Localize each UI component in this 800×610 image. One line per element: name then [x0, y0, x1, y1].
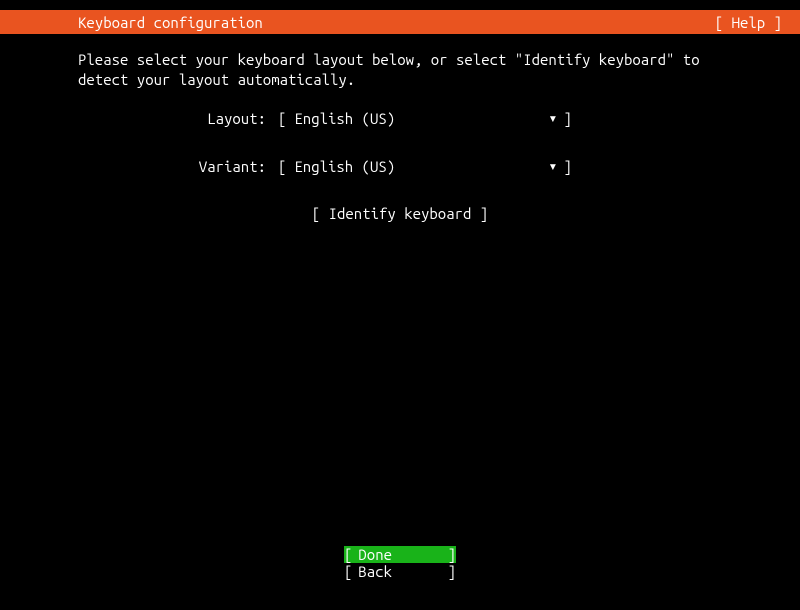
bracket-close: ]: [563, 158, 571, 175]
layout-dropdown[interactable]: [ English (US) ▾ ]: [278, 109, 572, 127]
instruction-text: Please select your keyboard layout below…: [78, 50, 722, 89]
done-label: Done: [352, 546, 392, 563]
bracket-close: ]: [563, 110, 571, 127]
bracket-open: [: [278, 110, 286, 127]
layout-row: Layout: [ English (US) ▾ ]: [78, 109, 722, 127]
form-area: Layout: [ English (US) ▾ ] Variant: [ En…: [78, 109, 722, 222]
done-button[interactable]: [Done]: [344, 546, 456, 563]
back-label: Back: [352, 563, 392, 580]
header-bar: Keyboard configuration [ Help ]: [0, 10, 800, 34]
variant-value: English (US): [288, 158, 548, 175]
page-title: Keyboard configuration: [78, 14, 263, 31]
identify-keyboard-button[interactable]: [ Identify keyboard ]: [312, 205, 488, 222]
variant-row: Variant: [ English (US) ▾ ]: [78, 157, 722, 175]
variant-dropdown[interactable]: [ English (US) ▾ ]: [278, 157, 572, 175]
bracket-close: ]: [448, 546, 456, 563]
bracket-open: [: [278, 158, 286, 175]
identify-row: [ Identify keyboard ]: [78, 205, 722, 222]
bracket-close: ]: [448, 563, 456, 580]
layout-label: Layout:: [78, 110, 278, 127]
footer-buttons: [Done] [Back]: [0, 546, 800, 581]
layout-value: English (US): [288, 110, 548, 127]
variant-label: Variant:: [78, 158, 278, 175]
content-area: Please select your keyboard layout below…: [0, 34, 800, 222]
back-button[interactable]: [Back]: [344, 563, 456, 580]
help-button[interactable]: [ Help ]: [715, 14, 782, 31]
chevron-down-icon: ▾: [548, 109, 557, 127]
chevron-down-icon: ▾: [548, 157, 557, 175]
